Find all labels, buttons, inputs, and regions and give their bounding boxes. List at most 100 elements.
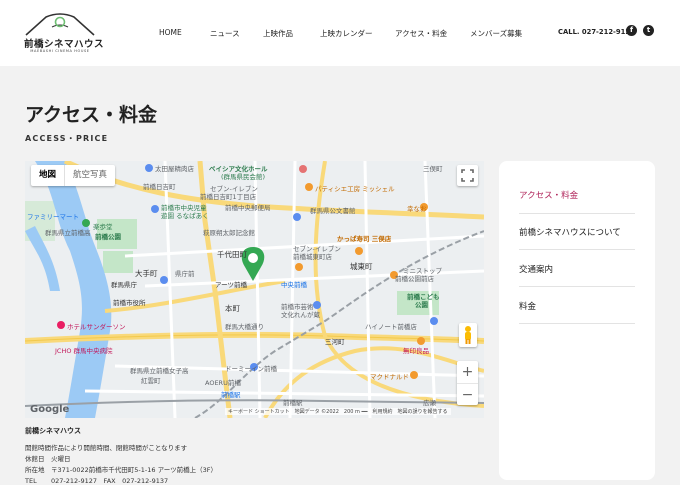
site-header: 前橋シネマハウス MAEBASHI CINEMA HOUSE HOME ニュース… [0,0,680,66]
map-label: 遊園 るなぱあく [161,212,209,220]
map-label: 前橋日吉町 [143,183,176,191]
info-key: TEL [25,477,37,485]
map-label: 前橋公園 [95,233,121,241]
map-label: 中央前橋 [281,281,307,289]
info-value: 作品により開館時間、閉館時間がことなります [51,444,188,452]
info-key: 休館日 [25,455,45,463]
map-label: AOERU前橋 [205,379,241,387]
logo-subtext: MAEBASHI CINEMA HOUSE [30,49,90,53]
sidebar-item-access[interactable]: アクセス・料金 [519,189,635,201]
info-row-tel: TEL 027-212-9127 FAX 027-212-9137 [25,475,168,485]
nav-home[interactable]: HOME [159,28,182,37]
map-type-switch: 地図 航空写真 [31,165,116,186]
map-label: 前橋駅 [283,399,303,407]
map-label: JCHO 群馬中央病院 [55,347,113,355]
map-label: 本町 [225,304,240,313]
google-logo[interactable]: Google [30,404,69,415]
twitter-icon[interactable]: t [643,25,654,36]
poi-icon[interactable] [145,164,153,172]
map-label: 群馬県立前橋高 [45,229,91,237]
map-label: マクドナルド [370,373,409,381]
map-label: 文化れんが蔵 [281,311,320,319]
map-label: 前橋駅 [221,391,241,399]
poi-icon[interactable] [417,337,425,345]
map-label: ファミリーマート [27,213,79,221]
map-label: 三俣町 [423,165,443,173]
fullscreen-button[interactable] [457,165,478,186]
page-title: アクセス・料金 [25,104,158,126]
poi-icon[interactable] [82,219,90,227]
map-type-satellite-button[interactable]: 航空写真 [64,165,115,186]
divider [519,286,635,287]
map-label: ドーミーイン前橋 [225,365,277,373]
info-row-address: 所在地 〒371-0022前橋市千代田町5-1-16 アーツ前橋上（3F） [25,464,217,474]
map-label: 大手町 [135,269,158,278]
info-key: 所在地 [25,466,45,474]
divider [519,249,635,250]
map-label: 萩原朔太郎記念館 [203,229,255,237]
poi-icon[interactable] [295,263,303,271]
nav-members[interactable]: メンバーズ募集 [470,28,522,39]
zoom-control: + − [457,361,478,405]
theater-name: 前橋シネマハウス [25,427,81,435]
info-row-closed: 休館日 火曜日 [25,453,71,463]
sidebar: アクセス・料金 前橋シネマハウスについて 交通案内 料金 [499,161,655,480]
map-attribution[interactable]: キーボード ショートカット 地図データ ©2022 200 m ━━ 利用規約 … [225,408,451,415]
map-label: 前橋城東町店 [293,253,332,261]
map-label: 県庁前 [175,270,195,278]
map-type-map-button[interactable]: 地図 [31,165,64,186]
poi-icon[interactable] [313,301,321,309]
map-label: 公園 [415,301,428,309]
zoom-out-button[interactable]: − [457,383,478,406]
map-label: 太田屋精肉店 [155,165,194,173]
sidebar-item-about[interactable]: 前橋シネマハウスについて [519,226,635,238]
map-label: 千代田町 [217,250,247,259]
divider [519,323,635,324]
nav-access[interactable]: アクセス・料金 [395,28,447,39]
phone-number[interactable]: CALL. 027-212-9127 [558,28,635,36]
map-label: (群馬県民会館) [221,173,266,181]
sidebar-item-transport[interactable]: 交通案内 [519,263,635,275]
map-label: かっぱ寿司 三俣店 [337,235,392,243]
poi-icon[interactable] [410,371,418,379]
divider [519,213,635,214]
info-key: 開館時間 [25,444,51,452]
poi-icon[interactable] [293,213,301,221]
poi-icon[interactable] [151,205,159,213]
poi-icon[interactable] [57,321,65,329]
nav-calendar[interactable]: 上映カレンダー [320,28,373,39]
map-label: 群馬大橋通り [225,323,264,331]
google-map[interactable]: 太田屋精肉店 ベイシア文化ホール (群馬県民会館) 三俣町 前橋日吉町 パティシ… [25,161,484,418]
poi-icon[interactable] [430,317,438,325]
nav-films[interactable]: 上映作品 [263,28,293,39]
map-label: 広瀬 [423,399,436,407]
info-value: 火曜日 [51,455,71,463]
page-subtitle: ACCESS・PRICE [25,134,109,143]
poi-icon[interactable] [305,183,313,191]
site-logo[interactable]: 前橋シネマハウス MAEBASHI CINEMA HOUSE [24,9,105,57]
facebook-icon[interactable]: f [626,25,637,36]
map-label: アーツ前橋 [215,281,247,289]
map-label: ホテルサンダーソン [67,323,126,331]
nav-news[interactable]: ニュース [210,28,240,39]
zoom-in-button[interactable]: + [457,361,478,383]
map-label: 前橋公園前店 [395,275,434,283]
fullscreen-icon [461,169,474,182]
map-label: 城東町 [350,262,373,271]
poi-icon[interactable] [355,247,363,255]
map-label: 群馬県庁 [111,281,137,289]
poi-icon[interactable] [160,276,168,284]
info-value: 027-212-9127 FAX 027-212-9137 [51,477,169,485]
street-view-pegman[interactable] [459,323,477,347]
sidebar-item-price[interactable]: 料金 [519,300,635,312]
map-label: パティシエ工房 ミッシェル [315,185,395,193]
map-label: 群馬県公文書館 [310,207,356,215]
poi-icon[interactable] [299,165,307,173]
logo-text: 前橋シネマハウス [24,39,105,50]
map-label: 前橋中央郵便局 [225,204,271,212]
map-label: 幸なお [407,205,427,213]
map-label: 紅雲町 [141,377,161,385]
logo-mountain-icon [25,13,95,36]
info-value: 〒371-0022前橋市千代田町5-1-16 アーツ前橋上（3F） [51,466,217,474]
info-row-hours: 開館時間作品により開館時間、閉館時間がことなります [25,442,187,452]
